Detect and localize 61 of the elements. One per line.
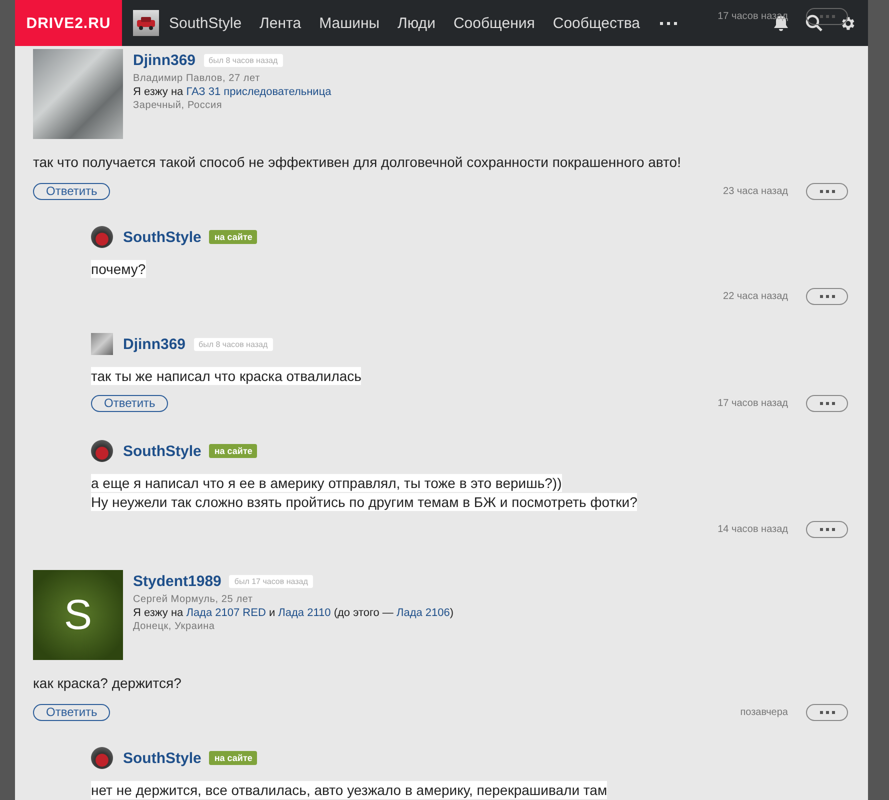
status-label: на сайте xyxy=(209,444,258,458)
comment-text: нет не держится, все отвалилась, авто уезжало в америку, перекрашивали там xyxy=(91,781,608,799)
reply-button[interactable]: Ответить xyxy=(91,394,168,412)
reply-button[interactable]: Ответить xyxy=(33,182,110,200)
more-button[interactable] xyxy=(806,288,848,304)
more-button[interactable] xyxy=(806,394,848,412)
more-button[interactable] xyxy=(806,520,848,538)
drives-text: (до этого — xyxy=(332,607,394,619)
comment-time: 22 часа назад xyxy=(723,290,788,302)
status-label: был 8 часов назад xyxy=(204,54,283,66)
username-link[interactable]: Djinn369 xyxy=(133,52,196,68)
user-age-text: Владимир Павлов, 27 лет xyxy=(133,73,261,84)
comment-text: так ты же написал что краска отвалилась xyxy=(91,367,362,385)
username-link[interactable]: SouthStyle xyxy=(123,442,202,460)
more-button[interactable] xyxy=(806,704,848,720)
car-link[interactable]: Лада 2106 xyxy=(396,607,450,619)
nav-link[interactable]: Машины xyxy=(319,14,380,32)
user-age-text: Сергей Мормуль, 25 лет xyxy=(133,594,254,605)
nav-link[interactable]: Сообщения xyxy=(453,14,535,32)
comment-text: так что получается такой способ не эффективен для долговечной сохранности покрашенного авто! xyxy=(33,153,681,171)
car-link[interactable]: ГАЗ 31 приследовательница xyxy=(186,86,332,98)
status-label: на сайте xyxy=(209,230,258,244)
username-link[interactable]: SouthStyle xyxy=(123,228,202,246)
comment-time: 17 часов назад xyxy=(718,10,788,22)
user-avatar[interactable] xyxy=(133,10,159,36)
user-avatar[interactable]: S xyxy=(33,570,123,660)
drives-text: и xyxy=(268,607,276,619)
username-link[interactable]: SouthStyle xyxy=(123,750,202,766)
more-menu-icon[interactable] xyxy=(660,22,678,24)
comment-time: 14 часов назад xyxy=(718,524,788,534)
comment-text: почему? xyxy=(91,260,146,278)
nav-link[interactable]: SouthStyle xyxy=(169,14,242,32)
site-logo[interactable]: DRIVE2.RU xyxy=(15,0,122,46)
car-link[interactable]: Лада 2107 RED xyxy=(186,607,266,619)
nav-link[interactable]: Лента xyxy=(260,14,302,32)
status-label: был 17 часов назад xyxy=(229,574,313,588)
comment-time: 23 часа назад xyxy=(723,186,788,196)
status-label: был 8 часов назад xyxy=(194,338,273,350)
comment-time: позавчера xyxy=(740,706,788,718)
drives-text: Я езжу на xyxy=(133,86,184,98)
username-link[interactable]: Stydent1989 xyxy=(133,572,222,590)
location-text: Донецк, Украина xyxy=(133,621,216,632)
nav-link[interactable]: Сообщества xyxy=(552,14,640,32)
user-avatar[interactable] xyxy=(91,747,113,769)
nav-link[interactable]: Люди xyxy=(398,14,436,32)
search-icon[interactable] xyxy=(805,14,823,32)
settings-icon[interactable] xyxy=(839,14,856,32)
drives-text: Я езжу на xyxy=(133,607,184,619)
user-avatar[interactable] xyxy=(91,440,113,462)
username-link[interactable]: Djinn369 xyxy=(123,336,186,352)
drives-text: ) xyxy=(450,607,454,619)
comment-text: как краска? держится? xyxy=(33,674,182,692)
status-label: на сайте xyxy=(209,751,258,765)
reply-button[interactable]: Ответить xyxy=(33,704,110,720)
user-avatar[interactable] xyxy=(91,226,113,248)
comment-text: а еще я написал что я ее в америку отправлял, ты тоже в это веришь?)) xyxy=(91,474,562,492)
car-link[interactable]: Лада 2110 xyxy=(278,607,331,619)
comment-time: 17 часов назад xyxy=(718,398,788,408)
comment-text: Ну неужели так сложно взять пройтись по другим темам в БЖ и посмотреть фотки? xyxy=(91,493,638,511)
more-button[interactable] xyxy=(806,182,848,200)
location-text: Заречный, Россия xyxy=(133,100,224,111)
